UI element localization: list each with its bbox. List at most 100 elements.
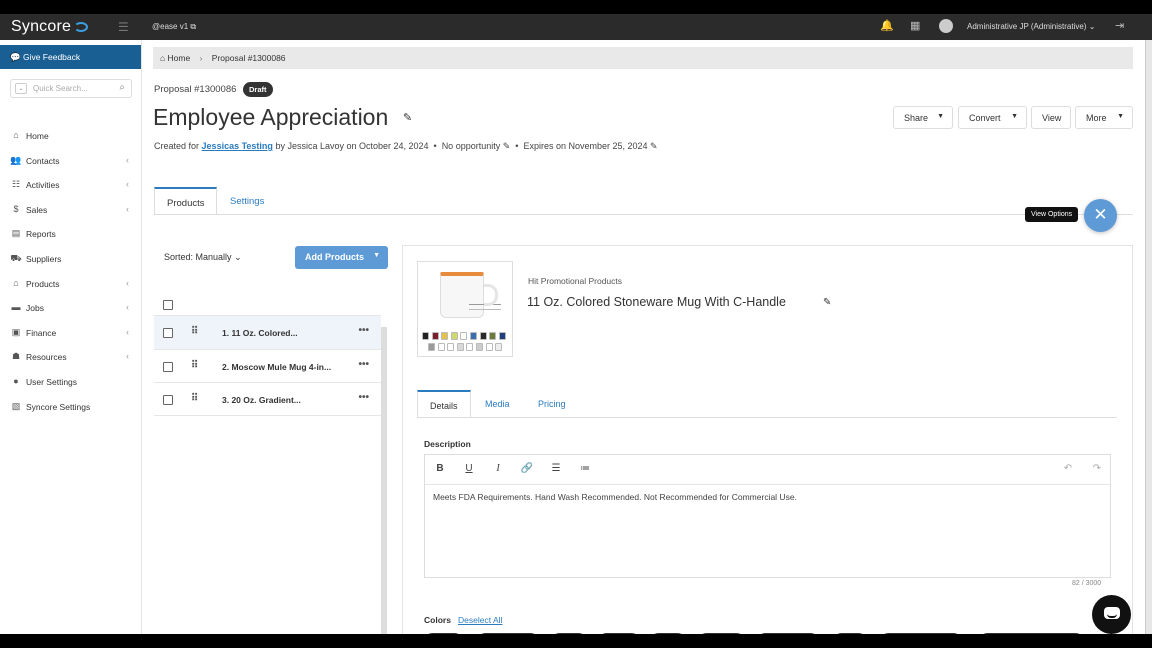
color-chip[interactable]: Lime bbox=[650, 633, 687, 634]
logout-icon[interactable]: ⇥ bbox=[1115, 19, 1124, 32]
deselect-all-link[interactable]: Deselect All bbox=[458, 615, 502, 625]
description-editor[interactable]: B U I 🔗 ☰ ≔ ↶ ↷ Meets FDA Requirements. … bbox=[424, 454, 1111, 578]
product-row[interactable]: ⠿ 1. 11 Oz. Colored... ••• bbox=[154, 315, 381, 349]
numbered-list-icon[interactable]: ≔ bbox=[578, 463, 592, 474]
breadcrumb-separator: › bbox=[199, 53, 203, 63]
description-text[interactable]: Meets FDA Requirements. Hand Wash Recomm… bbox=[433, 492, 797, 502]
color-chip[interactable]: Maroon bbox=[698, 633, 745, 634]
user-avatar[interactable] bbox=[939, 19, 953, 33]
select-all-checkbox[interactable] bbox=[163, 300, 173, 310]
logo-swirl-icon bbox=[74, 22, 89, 32]
page-scrollbar[interactable] bbox=[1145, 40, 1152, 634]
view-options-tooltip: View Options bbox=[1025, 207, 1079, 222]
color-chip[interactable]: Black bbox=[424, 633, 463, 634]
product-row-checkbox[interactable] bbox=[163, 395, 173, 405]
breadcrumb-home[interactable]: Home bbox=[168, 53, 191, 63]
product-row[interactable]: ⠿ 2. Moscow Mule Mug 4-in... ••• bbox=[154, 348, 381, 383]
sidebar-item-syncore-settings[interactable]: ▧ Syncore Settings bbox=[0, 395, 141, 420]
color-swatch bbox=[441, 332, 449, 340]
convert-button[interactable]: Convert ▼ bbox=[958, 106, 1027, 129]
client-link[interactable]: Jessicas Testing bbox=[202, 141, 273, 151]
product-row-checkbox[interactable] bbox=[163, 361, 173, 372]
ease-link[interactable]: @ease v1 ⧉ bbox=[152, 22, 196, 32]
underline-icon[interactable]: U bbox=[462, 463, 476, 474]
syncore-logo[interactable]: Syncore bbox=[11, 18, 89, 36]
top-navbar: Syncore ☰ @ease v1 ⧉ 🔔 ▦ Administrative … bbox=[0, 14, 1152, 40]
italic-icon[interactable]: I bbox=[491, 463, 505, 474]
proposal-meta: Created for Jessicas Testing by Jessica … bbox=[154, 141, 658, 151]
tab-products[interactable]: Products bbox=[154, 187, 217, 215]
give-feedback-button[interactable]: 💬 Give Feedback bbox=[0, 45, 141, 69]
sidebar-item-activities[interactable]: ☷ Activities ‹ bbox=[0, 173, 141, 198]
close-view-options-button[interactable]: ✕ bbox=[1084, 199, 1117, 232]
color-chip[interactable]: Gray bbox=[551, 633, 588, 634]
drag-handle-icon[interactable]: ⠿ bbox=[191, 393, 198, 404]
sidebar-item-suppliers[interactable]: ⛟ Suppliers bbox=[0, 247, 141, 272]
sidebar-item-sales[interactable]: $ Sales ‹ bbox=[0, 198, 141, 223]
color-chip[interactable]: Red bbox=[833, 633, 867, 634]
sidebar-item-reports[interactable]: ▤ Reports bbox=[0, 222, 141, 247]
more-button[interactable]: More ▼ bbox=[1075, 106, 1133, 129]
sidebar-item-jobs[interactable]: ▬ Jobs ‹ bbox=[0, 296, 141, 321]
chevron-left-icon: ‹ bbox=[126, 302, 129, 313]
user-menu[interactable]: Administrative JP (Administrative) ⌄ bbox=[967, 22, 1095, 31]
notifications-bell-icon[interactable]: 🔔 bbox=[880, 19, 894, 32]
edit-product-name-pencil-icon[interactable]: ✎ bbox=[823, 297, 831, 308]
sidebar-item-contacts[interactable]: 👥 Contacts ‹ bbox=[0, 149, 141, 174]
jobs-icon: ▬ bbox=[11, 302, 21, 313]
activities-icon: ☷ bbox=[11, 179, 21, 190]
calendar-icon[interactable]: ▦ bbox=[910, 19, 920, 32]
product-thumbnail[interactable] bbox=[417, 261, 513, 357]
product-list-scrollbar[interactable] bbox=[381, 327, 387, 634]
product-row[interactable]: ⠿ 3. 20 Oz. Gradient... ••• bbox=[154, 382, 381, 416]
color-chip[interactable]: Cobalt Blue bbox=[477, 633, 539, 634]
add-products-button[interactable]: Add Products ▼ bbox=[295, 246, 388, 269]
tab-settings[interactable]: Settings bbox=[218, 187, 276, 215]
edit-opportunity-pencil-icon[interactable]: ✎ bbox=[503, 141, 511, 151]
color-chip[interactable]: Green bbox=[598, 633, 640, 634]
status-badge: Draft bbox=[243, 82, 273, 97]
tab-pricing[interactable]: Pricing bbox=[526, 390, 578, 418]
sort-dropdown[interactable]: Sorted: Manually ⌄ bbox=[164, 252, 242, 263]
meta-prefix: Created for bbox=[154, 141, 200, 151]
sidebar-item-home[interactable]: ⌂ Home bbox=[0, 124, 141, 149]
proposal-id: Proposal #1300086 bbox=[154, 84, 237, 95]
share-button[interactable]: Share ▼ bbox=[893, 106, 953, 129]
chevron-down-icon: ▼ bbox=[937, 113, 944, 120]
color-chip[interactable]: White With Cobalt Blue bbox=[979, 633, 1085, 634]
drag-handle-icon[interactable]: ⠿ bbox=[191, 360, 198, 371]
sidebar-item-label: Activities bbox=[26, 180, 60, 191]
search-icon[interactable]: ⌕ bbox=[119, 82, 125, 93]
color-chip[interactable]: White With Black bbox=[880, 633, 963, 634]
sidebar-item-resources[interactable]: ☗ Resources ‹ bbox=[0, 345, 141, 370]
color-swatch bbox=[428, 343, 435, 351]
view-button[interactable]: View bbox=[1031, 106, 1071, 129]
row-actions-icon[interactable]: ••• bbox=[358, 325, 369, 336]
chat-support-button[interactable] bbox=[1092, 595, 1131, 634]
menu-toggle-icon[interactable]: ☰ bbox=[118, 20, 129, 34]
drag-handle-icon[interactable]: ⠿ bbox=[191, 326, 198, 337]
row-actions-icon[interactable]: ••• bbox=[358, 392, 369, 403]
bullet-list-icon[interactable]: ☰ bbox=[549, 463, 563, 474]
bold-icon[interactable]: B bbox=[433, 463, 447, 474]
breadcrumb: ⌂ Home › Proposal #1300086 bbox=[153, 47, 1133, 69]
color-chip[interactable]: Ocean Blue bbox=[757, 633, 820, 634]
sidebar-item-user-settings[interactable]: ● User Settings bbox=[0, 370, 141, 395]
chat-icon: 💬 bbox=[10, 52, 21, 62]
row-actions-icon[interactable]: ••• bbox=[358, 359, 369, 370]
quick-search[interactable]: ⌄ Quick Search... ⌕ bbox=[10, 79, 132, 98]
undo-icon[interactable]: ↶ bbox=[1061, 463, 1075, 474]
sidebar-item-products[interactable]: ⌂ Products ‹ bbox=[0, 272, 141, 297]
supplier-name: Hit Promotional Products bbox=[528, 276, 623, 286]
sidebar-item-finance[interactable]: ▣ Finance ‹ bbox=[0, 321, 141, 346]
search-scope-dropdown[interactable]: ⌄ bbox=[15, 83, 27, 94]
edit-expiry-pencil-icon[interactable]: ✎ bbox=[650, 141, 658, 151]
redo-icon[interactable]: ↷ bbox=[1090, 463, 1104, 474]
product-row-checkbox[interactable] bbox=[163, 328, 173, 338]
tab-details[interactable]: Details bbox=[417, 390, 471, 418]
link-icon[interactable]: 🔗 bbox=[520, 463, 534, 474]
color-swatch bbox=[495, 343, 503, 351]
sidebar-item-label: Home bbox=[26, 131, 49, 141]
edit-title-pencil-icon[interactable]: ✎ bbox=[403, 111, 412, 124]
tab-media[interactable]: Media bbox=[473, 390, 522, 418]
